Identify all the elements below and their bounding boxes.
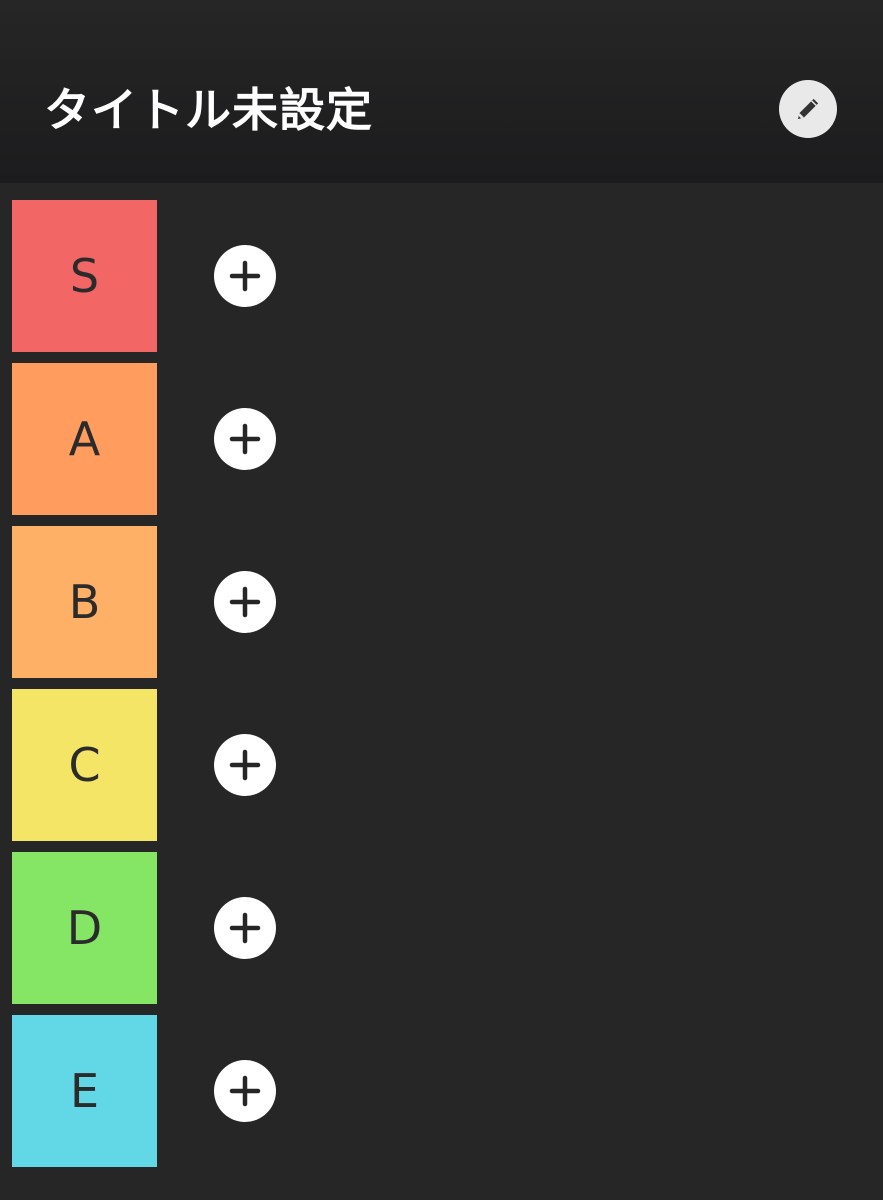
pencil-icon xyxy=(798,98,819,119)
add-item-button-a[interactable] xyxy=(214,408,276,470)
tier-label-b[interactable]: B xyxy=(12,526,157,678)
tier-row-b: B xyxy=(12,526,883,678)
tier-label-e[interactable]: E xyxy=(12,1015,157,1167)
tier-row-s: S xyxy=(12,200,883,352)
plus-icon xyxy=(229,586,261,618)
plus-icon xyxy=(229,912,261,944)
add-item-button-s[interactable] xyxy=(214,245,276,307)
tier-label-a[interactable]: A xyxy=(12,363,157,515)
plus-icon xyxy=(229,423,261,455)
add-item-button-e[interactable] xyxy=(214,1060,276,1122)
edit-title-button[interactable] xyxy=(779,80,837,138)
tier-row-d: D xyxy=(12,852,883,1004)
tier-row-a: A xyxy=(12,363,883,515)
tier-label-s[interactable]: S xyxy=(12,200,157,352)
header-bar: タイトル未設定 xyxy=(0,0,883,183)
plus-icon xyxy=(229,1075,261,1107)
tier-list: S A B C D E xyxy=(0,183,883,1200)
tier-list-title[interactable]: タイトル未設定 xyxy=(44,78,373,142)
tier-label-c[interactable]: C xyxy=(12,689,157,841)
add-item-button-c[interactable] xyxy=(214,734,276,796)
add-item-button-d[interactable] xyxy=(214,897,276,959)
add-item-button-b[interactable] xyxy=(214,571,276,633)
tier-row-c: C xyxy=(12,689,883,841)
tier-row-e: E xyxy=(12,1015,883,1167)
plus-icon xyxy=(229,749,261,781)
tier-label-d[interactable]: D xyxy=(12,852,157,1004)
plus-icon xyxy=(229,260,261,292)
